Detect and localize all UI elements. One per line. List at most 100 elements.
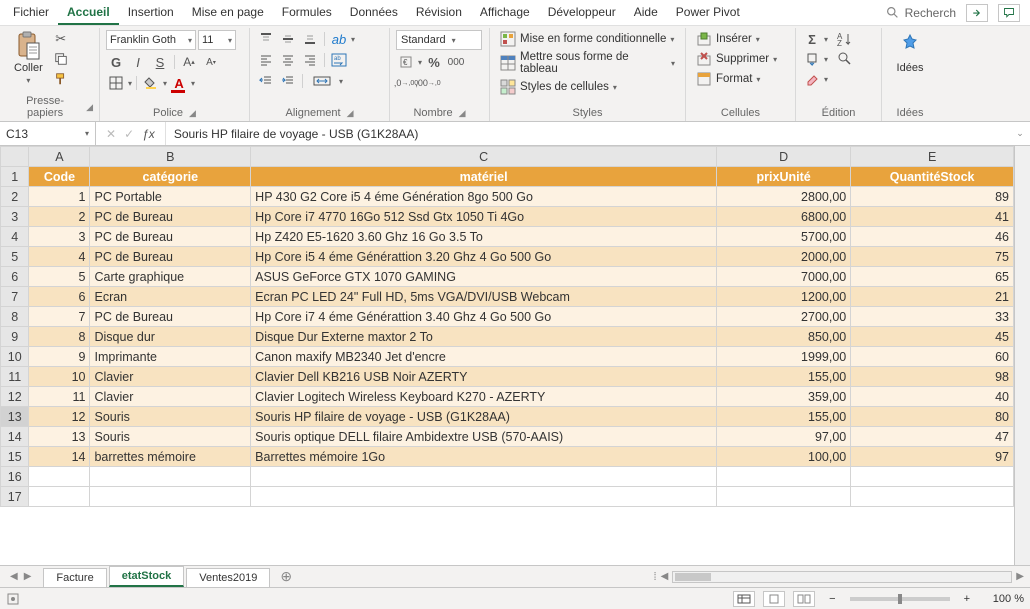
name-box[interactable]: C13▾ [0,122,96,145]
cell[interactable]: Carte graphique [90,267,251,287]
delete-cells-button[interactable]: Supprimer▾ [692,50,781,68]
row-header[interactable]: 11 [1,367,29,387]
row-header[interactable]: 2 [1,187,29,207]
cell[interactable]: 13 [29,427,90,447]
cell[interactable]: Souris [90,407,251,427]
cell[interactable]: 7000,00 [716,267,850,287]
cell[interactable]: 2000,00 [716,247,850,267]
italic-button[interactable]: I [128,53,148,71]
select-all-corner[interactable] [1,147,29,167]
share-button[interactable] [966,4,988,22]
row-header[interactable]: 6 [1,267,29,287]
cell[interactable]: PC de Bureau [90,307,251,327]
row-header[interactable]: 9 [1,327,29,347]
conditional-formatting-button[interactable]: Mise en forme conditionnelle▾ [496,30,678,48]
find-select-button[interactable] [832,50,858,68]
vertical-scrollbar[interactable] [1014,146,1030,565]
cell[interactable]: 97 [851,447,1014,467]
cell[interactable] [29,467,90,487]
cell[interactable]: Souris [90,427,251,447]
cell[interactable]: 2700,00 [716,307,850,327]
zoom-in-button[interactable]: + [958,593,976,605]
row-header[interactable]: 16 [1,467,29,487]
bold-button[interactable]: G [106,53,126,71]
cell[interactable]: 80 [851,407,1014,427]
align-center-button[interactable] [278,51,298,69]
table-header-cell[interactable]: QuantitéStock [851,167,1014,187]
cell[interactable] [851,487,1014,507]
cell[interactable]: 5 [29,267,90,287]
expand-formula-bar[interactable]: ⌄ [1010,122,1030,145]
tab-scroll-left[interactable]: ◀ [10,571,18,582]
cell[interactable]: Ecran [90,287,251,307]
cell[interactable]: 46 [851,227,1014,247]
insert-cells-button[interactable]: Insérer▾ [692,30,764,48]
menu-données[interactable]: Données [341,1,407,25]
alignment-launcher[interactable]: ◢ [347,108,354,119]
merge-button[interactable] [307,72,337,90]
cell[interactable] [90,487,251,507]
cell[interactable]: 47 [851,427,1014,447]
normal-view-button[interactable] [733,591,755,607]
row-header[interactable]: 12 [1,387,29,407]
cell[interactable]: 41 [851,207,1014,227]
ideas-button[interactable]: Idées [892,30,928,76]
cell[interactable] [251,487,717,507]
menu-affichage[interactable]: Affichage [471,1,539,25]
menu-révision[interactable]: Révision [407,1,471,25]
cell[interactable]: 45 [851,327,1014,347]
zoom-level[interactable]: 100 % [984,593,1024,605]
cell[interactable]: Hp Core i7 4770 16Go 512 Ssd Gtx 1050 Ti… [251,207,717,227]
cell[interactable]: 5700,00 [716,227,850,247]
number-format-combo[interactable]: Standard▾ [396,30,482,50]
row-header[interactable]: 7 [1,287,29,307]
cell[interactable]: Imprimante [90,347,251,367]
cut-button[interactable]: ✂ [51,30,71,48]
comments-button[interactable] [998,4,1020,22]
cell[interactable]: 12 [29,407,90,427]
format-painter-button[interactable] [51,70,71,88]
cell[interactable] [90,467,251,487]
increase-indent-button[interactable] [278,72,298,90]
cell[interactable]: 2 [29,207,90,227]
cell[interactable]: 6 [29,287,90,307]
copy-button[interactable] [51,50,71,68]
row-header[interactable]: 13 [1,407,29,427]
cell[interactable]: Disque Dur Externe maxtor 2 To [251,327,717,347]
cell[interactable] [716,487,850,507]
cell[interactable]: Hp Core i7 4 éme Générattion 3.40 Ghz 4 … [251,307,717,327]
number-launcher[interactable]: ◢ [459,108,466,119]
hscroll-right[interactable]: ▶ [1016,571,1024,582]
table-header-cell[interactable]: catégorie [90,167,251,187]
menu-accueil[interactable]: Accueil [58,1,119,25]
menu-power-pivot[interactable]: Power Pivot [667,1,749,25]
menu-insertion[interactable]: Insertion [119,1,183,25]
col-header[interactable]: E [851,147,1014,167]
cell[interactable]: Hp Z420 E5-1620 3.60 Ghz 16 Go 3.5 To [251,227,717,247]
spreadsheet-grid[interactable]: A B C D E 1CodecatégoriematérielprixUnit… [0,146,1014,565]
sort-filter-button[interactable]: AZ [832,30,858,48]
cell[interactable]: Clavier Logitech Wireless Keyboard K270 … [251,387,717,407]
font-color-button[interactable]: A [169,74,189,92]
underline-button[interactable]: S [150,53,170,71]
cell[interactable]: PC de Bureau [90,207,251,227]
page-break-view-button[interactable] [793,591,815,607]
tell-me-search[interactable]: Recherch [877,5,964,21]
align-bottom-button[interactable] [300,30,320,48]
cell[interactable]: 155,00 [716,367,850,387]
increase-decimal-button[interactable]: ,0→,00 [396,74,416,92]
cell[interactable]: PC de Bureau [90,227,251,247]
cell[interactable]: 4 [29,247,90,267]
cell[interactable]: 10 [29,367,90,387]
cell[interactable]: 98 [851,367,1014,387]
formula-input[interactable]: Souris HP filaire de voyage - USB (G1K28… [166,122,1010,145]
table-header-cell[interactable]: prixUnité [716,167,850,187]
table-header-cell[interactable]: Code [29,167,90,187]
align-top-button[interactable] [256,30,276,48]
font-size-combo[interactable]: 11▾ [198,30,236,50]
cell[interactable]: Disque dur [90,327,251,347]
row-header[interactable]: 5 [1,247,29,267]
cell[interactable]: 97,00 [716,427,850,447]
horizontal-scrollbar[interactable] [672,571,1012,583]
sheet-tab-facture[interactable]: Facture [43,568,106,587]
